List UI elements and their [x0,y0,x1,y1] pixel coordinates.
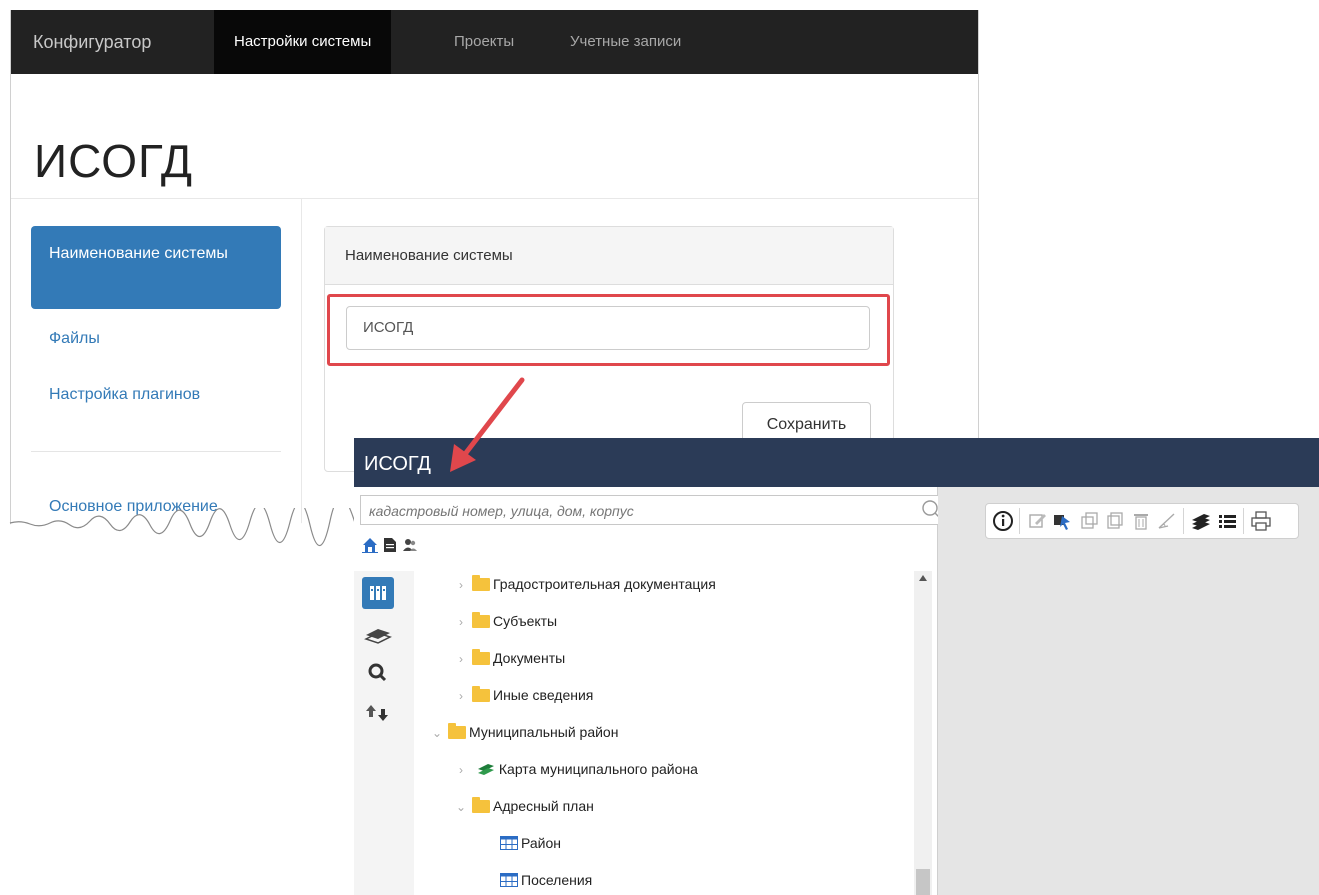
tree-node[interactable]: › Документы [454,647,565,669]
highlight-frame [327,294,890,366]
table-icon [500,873,518,888]
search-tool-icon[interactable] [362,657,394,689]
callout-arrow [450,377,525,472]
tree-node-label: Поселения [521,872,593,888]
folder-icon [448,722,466,739]
tree-node-label: Адресный план [493,798,594,814]
tree-node[interactable]: › Иные сведения [454,684,593,706]
sidebar-item-files[interactable]: Файлы [49,330,100,348]
info-icon[interactable] [990,508,1016,534]
panel-heading: Наименование системы [325,227,893,285]
home-icon[interactable] [362,537,378,553]
sidebar-item-plugins[interactable]: Настройка плагинов [49,386,200,404]
measure-icon[interactable] [1154,508,1180,534]
divider [11,198,978,199]
print-icon[interactable] [1248,508,1274,534]
document-icon[interactable] [382,537,398,553]
nav-brand[interactable]: Конфигуратор [33,10,151,74]
app-title: ИСОГД [364,453,431,475]
tree-node-label: Субъекты [493,613,558,629]
left-toolbar [354,571,414,895]
chevron-right-icon[interactable]: › [454,759,468,781]
sort-arrows-icon[interactable] [362,697,394,729]
layers-icon[interactable] [1188,508,1214,534]
chevron-right-icon[interactable]: › [454,648,468,670]
catalog-icon[interactable] [362,577,394,609]
map-toolbar [985,503,1299,539]
edit-icon[interactable] [1024,508,1050,534]
scrollbar-thumb[interactable] [916,869,930,895]
copy-icon[interactable] [1102,508,1128,534]
tree-node-label: Муниципальный район [469,724,619,740]
users-icon[interactable] [402,537,418,553]
isogd-app-window: ИСОГД кадастровый номер, улица, дом, кор… [354,438,1319,895]
top-navbar: Конфигуратор Настройки системы Проекты У… [11,10,978,74]
tree-node[interactable]: Район [496,832,561,854]
tree-node[interactable]: ⌄ Муниципальный район [430,721,618,743]
toolbar-separator [1243,508,1244,534]
chevron-down-icon[interactable]: ⌄ [430,722,444,744]
nav-item-system-settings[interactable]: Настройки системы [214,10,392,74]
chevron-right-icon[interactable]: › [454,611,468,633]
tree-node-label: Иные сведения [493,687,594,703]
divider [301,199,302,525]
nav-item-projects[interactable]: Проекты [454,10,514,74]
tree-node[interactable]: › Карта муниципального района [454,758,698,780]
map-area[interactable] [938,487,1319,895]
chevron-right-icon[interactable]: › [454,685,468,707]
layers-icon [477,764,494,776]
tree-node-label: Карта муниципального района [498,761,698,777]
folder-icon [472,648,490,665]
open-external-icon[interactable] [1076,508,1102,534]
page-title: ИСОГД [34,135,194,187]
tree-scrollbar[interactable] [914,571,932,895]
chevron-down-icon[interactable]: ⌄ [454,796,468,818]
folder-icon [472,685,490,702]
scroll-up-icon[interactable] [919,575,927,581]
divider [31,451,281,452]
table-icon [500,836,518,851]
trash-icon[interactable] [1128,508,1154,534]
tree-node-label: Документы [493,650,566,666]
tree-node-label: Градостроительная документация [493,576,716,592]
chevron-right-icon[interactable]: › [454,574,468,596]
tree-node[interactable]: Поселения [496,869,592,891]
tree-node[interactable]: › Градостроительная документация [454,573,716,595]
layers-icon[interactable] [362,617,394,649]
folder-icon [472,611,490,628]
toolbar-separator [1183,508,1184,534]
tree-node[interactable]: › Субъекты [454,610,557,632]
folder-icon [472,796,490,813]
toolbar-separator [1019,508,1020,534]
tree-node-label: Район [521,835,561,851]
select-object-icon[interactable] [1050,508,1076,534]
folder-icon [472,574,490,591]
search-box [360,495,950,526]
search-input[interactable] [367,496,911,526]
layer-tree: › Градостроительная документация › Субъект… [416,571,932,895]
list-icon[interactable] [1214,508,1240,534]
sidebar-item-system-name[interactable]: Наименование системы [31,226,281,309]
tree-node[interactable]: ⌄ Адресный план [454,795,594,817]
nav-item-accounts[interactable]: Учетные записи [570,10,681,74]
left-pane: › Градостроительная документация › Субъект… [354,487,950,895]
